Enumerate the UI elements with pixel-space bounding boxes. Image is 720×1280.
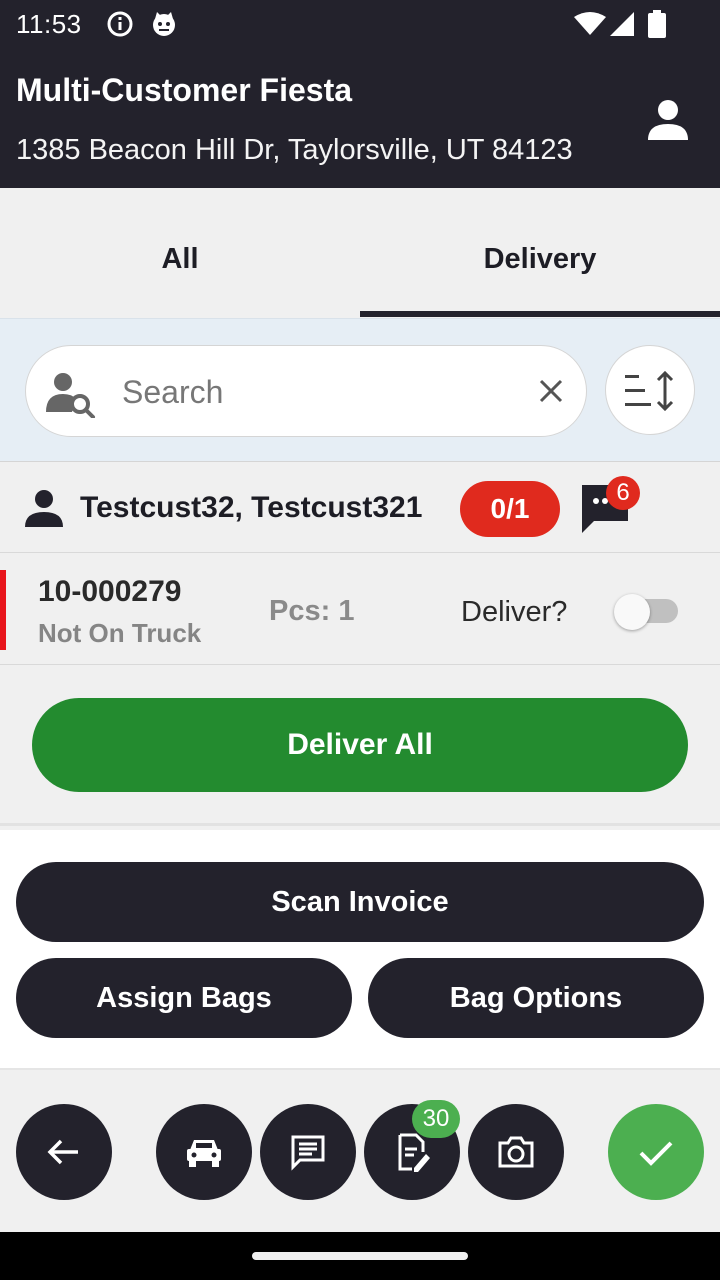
signal-icon (610, 12, 634, 36)
car-icon (187, 1140, 221, 1167)
info-icon (107, 11, 133, 37)
camera-button[interactable] (468, 1104, 564, 1200)
messages-count-badge: 6 (606, 476, 640, 510)
status-bar: 11:53 (0, 0, 720, 48)
search-input[interactable] (122, 368, 522, 416)
progress-badge: 0/1 (460, 481, 560, 537)
sort-button[interactable] (605, 345, 695, 435)
action-panel: Scan Invoice Assign Bags Bag Options (0, 830, 720, 1070)
customer-name: Testcust32, Testcust321 (80, 491, 423, 524)
scan-invoice-button[interactable]: Scan Invoice (16, 862, 704, 942)
message-icon (291, 1135, 325, 1171)
pieces-count: Pcs: 1 (269, 595, 355, 627)
search-box (25, 345, 587, 437)
deliver-all-button[interactable]: Deliver All (32, 698, 688, 792)
notes-count-badge: 30 (412, 1100, 460, 1138)
toggle-thumb (614, 594, 650, 630)
back-arrow-icon (47, 1139, 78, 1165)
battery-icon (648, 10, 666, 38)
invoice-status: Not On Truck (38, 618, 202, 648)
person-icon[interactable] (646, 98, 690, 142)
bag-options-button[interactable]: Bag Options (368, 958, 704, 1038)
notes-icon (398, 1133, 430, 1172)
page-title: Multi-Customer Fiesta (16, 72, 353, 108)
app-header: Multi-Customer Fiesta 1385 Beacon Hill D… (0, 48, 720, 188)
deliver-all-area: Deliver All (0, 666, 720, 826)
deliver-label: Deliver? (461, 596, 568, 628)
deliver-toggle[interactable] (614, 594, 678, 630)
customer-row[interactable]: Testcust32, Testcust321 0/1 (0, 463, 720, 553)
assign-bags-button[interactable]: Assign Bags (16, 958, 352, 1038)
status-time: 11:53 (16, 9, 82, 39)
message-button[interactable] (260, 1104, 356, 1200)
system-nav-bar (0, 1232, 720, 1280)
person-icon (25, 490, 63, 527)
tab-delivery[interactable]: Delivery (360, 188, 720, 318)
invoice-row[interactable]: 10-000279 Not On Truck Pcs: 1 Deliver? (0, 554, 720, 665)
clear-icon[interactable] (536, 376, 566, 406)
check-icon (639, 1141, 673, 1166)
bottom-toolbar (0, 1072, 720, 1232)
confirm-button[interactable] (608, 1104, 704, 1200)
sort-icon (625, 371, 674, 411)
back-button[interactable] (16, 1104, 112, 1200)
tab-indicator (360, 311, 720, 317)
home-handle[interactable] (252, 1252, 468, 1260)
camera-icon (498, 1136, 534, 1168)
wifi-icon (574, 12, 606, 35)
cat-notification-icon (153, 12, 175, 36)
tab-delivery-label: Delivery (483, 243, 597, 275)
invoice-number: 10-000279 (38, 575, 182, 608)
tab-all[interactable]: All (0, 188, 360, 318)
search-area (0, 318, 720, 462)
alert-indicator (0, 570, 6, 650)
tab-bar: All Delivery (0, 188, 720, 318)
vehicle-button[interactable] (156, 1104, 252, 1200)
customer-address: 1385 Beacon Hill Dr, Taylorsville, UT 84… (16, 134, 573, 166)
user-search-icon (46, 373, 95, 418)
tab-all-label: All (161, 243, 199, 275)
